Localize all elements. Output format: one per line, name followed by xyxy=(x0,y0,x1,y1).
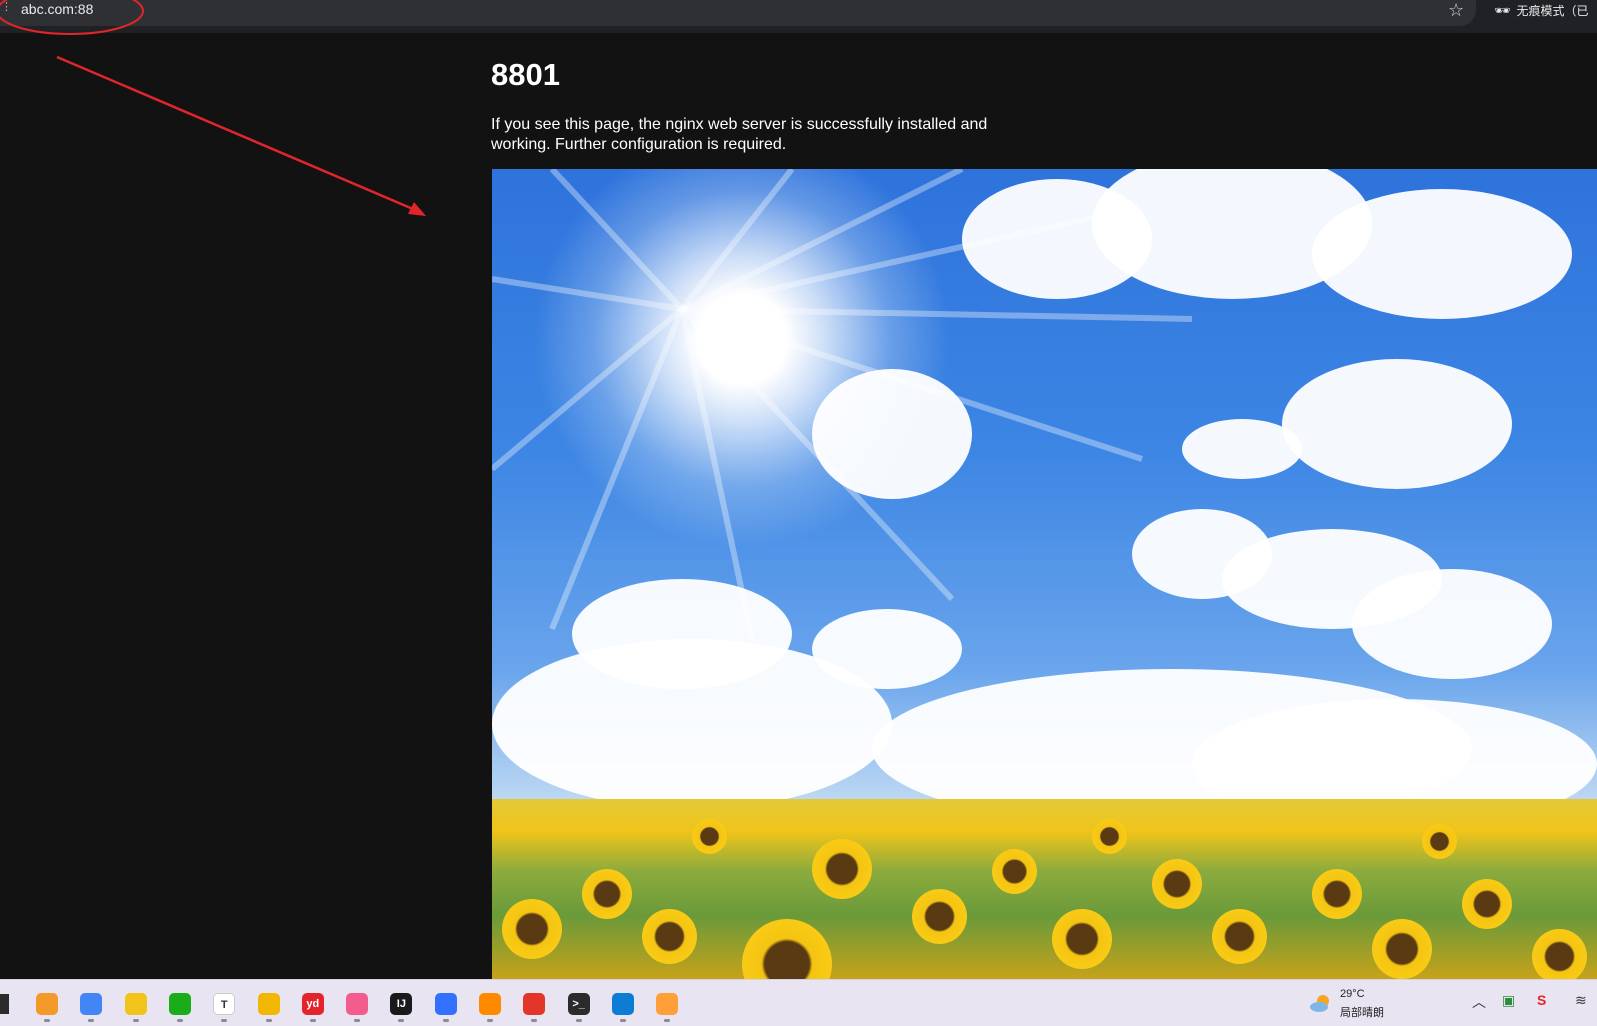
sunflower xyxy=(992,849,1037,894)
wechat-icon[interactable] xyxy=(168,993,191,1015)
address-bar[interactable]: ⋮ abc.com:88 ☆ xyxy=(0,0,1476,26)
cloud xyxy=(1312,189,1572,319)
running-indicator xyxy=(398,1019,405,1022)
running-indicator xyxy=(487,1019,493,1022)
sunflower xyxy=(1212,909,1267,964)
intellij-icon[interactable]: IJ xyxy=(390,993,413,1015)
browser-toolbar: ⋮ abc.com:88 ☆ 🕶 无痕模式（已 xyxy=(0,0,1597,33)
taskbar: Tyd IJ >_ 29°C 局部晴朗 ︿ ▣ S ≋ xyxy=(0,979,1597,1026)
sunflower xyxy=(1312,869,1362,919)
sunflower xyxy=(582,869,632,919)
running-indicator xyxy=(221,1019,228,1022)
url-text[interactable]: abc.com:88 xyxy=(21,1,93,17)
wifi-icon[interactable]: ≋ xyxy=(1575,992,1587,1009)
sunflower xyxy=(1422,824,1457,859)
sunflower-field-image xyxy=(492,169,1597,979)
running-indicator xyxy=(354,1019,361,1022)
sunflower xyxy=(1052,909,1112,969)
cloud xyxy=(1182,419,1302,479)
cloud xyxy=(812,369,972,499)
running-indicator xyxy=(531,1019,538,1022)
menu-dots-icon[interactable]: ⋮ xyxy=(1,2,12,13)
running-indicator xyxy=(619,1019,626,1022)
edge-icon[interactable] xyxy=(611,993,634,1015)
sunflower xyxy=(1462,879,1512,929)
feishu-icon[interactable] xyxy=(434,993,457,1015)
sunflower xyxy=(1372,919,1432,979)
running-indicator xyxy=(664,1019,671,1022)
app-3-icon[interactable] xyxy=(124,993,147,1015)
file-explorer-icon[interactable] xyxy=(257,993,280,1015)
running-indicator xyxy=(44,1019,50,1022)
cloud xyxy=(1282,359,1512,489)
bilibili-icon[interactable] xyxy=(346,993,369,1015)
app-11-icon[interactable] xyxy=(479,993,501,1015)
tray-green-app-icon[interactable]: ▣ xyxy=(1502,992,1515,1009)
app-12-icon[interactable] xyxy=(523,993,546,1015)
sunflower xyxy=(1532,929,1587,979)
sunflower xyxy=(812,839,872,899)
page-content: 8801 If you see this page, the nginx web… xyxy=(0,33,1597,979)
incognito-label: 无痕模式（已 xyxy=(1516,4,1589,18)
sunflower xyxy=(692,819,727,854)
weather-partly-sunny-icon[interactable] xyxy=(1309,992,1333,1014)
typora-icon[interactable]: T xyxy=(213,993,236,1015)
taskbar-edge-icon[interactable] xyxy=(0,994,9,1014)
page-heading: 8801 xyxy=(491,57,560,92)
sunflower xyxy=(912,889,967,944)
running-indicator xyxy=(88,1019,95,1022)
cloud xyxy=(1352,569,1552,679)
sunflower-field xyxy=(492,799,1597,979)
running-indicator xyxy=(176,1019,183,1022)
sunflower xyxy=(1152,859,1202,909)
running-indicator xyxy=(575,1019,582,1022)
incognito-icon: 🕶 xyxy=(1494,3,1511,18)
sunflower xyxy=(742,919,832,979)
weather-description[interactable]: 局部晴朗 xyxy=(1340,1004,1384,1020)
terminal-icon[interactable]: >_ xyxy=(567,993,590,1015)
sunflower xyxy=(1092,819,1127,854)
running-indicator xyxy=(442,1019,449,1022)
tray-sogou-input-icon[interactable]: S xyxy=(1537,992,1546,1008)
star-icon[interactable]: ☆ xyxy=(1448,0,1464,21)
cloud xyxy=(492,639,892,809)
weather-temperature[interactable]: 29°C xyxy=(1340,988,1365,1000)
running-indicator xyxy=(265,1019,272,1022)
app-15-icon[interactable] xyxy=(656,993,679,1015)
tray-overflow-chevron-icon[interactable]: ︿ xyxy=(1472,992,1486,1012)
sunflower xyxy=(642,909,697,964)
sunflower xyxy=(502,899,562,959)
youdao-icon[interactable]: yd xyxy=(301,993,324,1015)
running-indicator xyxy=(309,1019,316,1022)
chrome-icon[interactable] xyxy=(80,993,103,1015)
running-indicator xyxy=(132,1019,139,1022)
incognito-indicator[interactable]: 🕶 无痕模式（已 xyxy=(1494,2,1589,19)
page-body-text: If you see this page, the nginx web serv… xyxy=(491,116,988,153)
app-1-icon[interactable] xyxy=(36,993,58,1015)
